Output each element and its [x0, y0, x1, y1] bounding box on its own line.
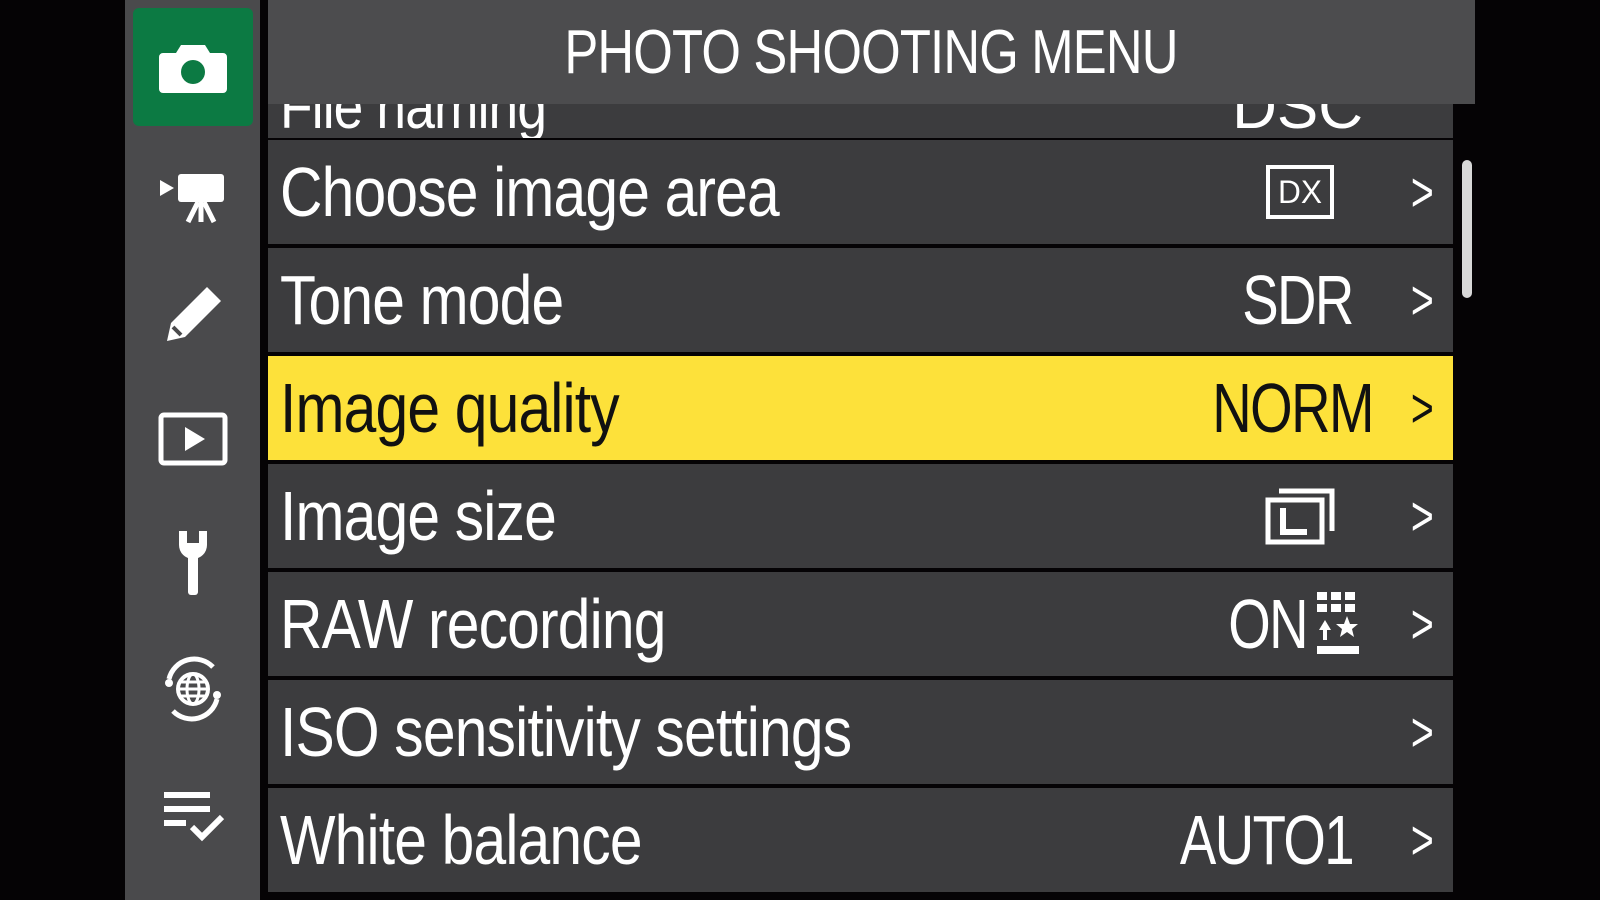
camera-icon [159, 45, 227, 93]
wrench-icon [179, 531, 207, 595]
menu-item-iso-sensitivity-settings[interactable]: ISO sensitivity settings > [268, 680, 1453, 784]
menu-item-value: NORM [1212, 369, 1374, 447]
menu-item-raw-recording[interactable]: RAW recording ON > [268, 572, 1453, 676]
camera-menu-screen: File naming DSC Choose image area DX > T… [0, 0, 1600, 900]
menu-item-image-quality[interactable]: Image quality NORM > [268, 356, 1453, 460]
menu-item-value: SDR [1242, 261, 1354, 339]
menu-item-file-naming-partial[interactable]: File naming DSC [268, 104, 1453, 138]
menu-item-tone-mode[interactable]: Tone mode SDR > [268, 248, 1453, 352]
dx-badge-icon: DX [1266, 165, 1334, 219]
menu-scrollbar[interactable] [1462, 160, 1472, 298]
network-globe-icon [165, 656, 221, 722]
tab-network[interactable] [133, 630, 253, 748]
menu-item-image-size[interactable]: Image size > [268, 464, 1453, 568]
menu-item-label: RAW recording [280, 585, 666, 663]
menu-item-white-balance[interactable]: White balance AUTO1 > [268, 788, 1453, 892]
menu-item-value: DX [1278, 174, 1322, 210]
menu-item-value: AUTO1 [1179, 801, 1355, 879]
menu-item-label: Tone mode [280, 261, 564, 339]
menu-item-value: ON [1228, 585, 1308, 663]
chevron-right-icon: > [1411, 808, 1435, 871]
chevron-right-icon: > [1411, 160, 1435, 223]
menu-item-label: File naming [280, 104, 547, 138]
chevron-right-icon: > [1411, 700, 1435, 763]
menu-item-label: White balance [280, 801, 643, 879]
tab-movie-recording[interactable] [133, 137, 253, 255]
tab-playback[interactable] [133, 380, 253, 498]
chevron-right-icon: > [1411, 484, 1435, 547]
movie-camera-icon [160, 174, 224, 224]
pencil-icon [167, 287, 221, 341]
page-title: PHOTO SHOOTING MENU [564, 17, 1179, 87]
menu-item-label: ISO sensitivity settings [280, 693, 852, 771]
tab-my-menu[interactable] [133, 758, 253, 876]
menu-title-bar: PHOTO SHOOTING MENU [268, 0, 1475, 104]
tab-setup[interactable] [133, 505, 253, 623]
raw-recording-grid-star-icon [1317, 592, 1359, 654]
tab-custom-settings[interactable] [133, 256, 253, 374]
menu-item-label: Choose image area [280, 153, 780, 231]
menu-item-choose-image-area[interactable]: Choose image area DX > [268, 140, 1453, 244]
image-size-large-icon [1265, 488, 1335, 545]
menu-tab-strip [125, 0, 260, 900]
chevron-right-icon: > [1411, 376, 1435, 439]
chevron-right-icon: > [1411, 592, 1435, 655]
my-menu-checklist-icon [164, 792, 225, 842]
playback-icon [158, 412, 228, 466]
menu-item-label: Image quality [280, 369, 620, 447]
menu-item-value: DSC [1232, 104, 1363, 138]
menu-item-label: Image size [280, 477, 557, 555]
raw-recording-value: ON [1206, 572, 1361, 676]
tab-photo-shooting[interactable] [133, 8, 253, 126]
menu-list: File naming DSC Choose image area DX > T… [268, 0, 1453, 900]
chevron-right-icon: > [1411, 268, 1435, 331]
